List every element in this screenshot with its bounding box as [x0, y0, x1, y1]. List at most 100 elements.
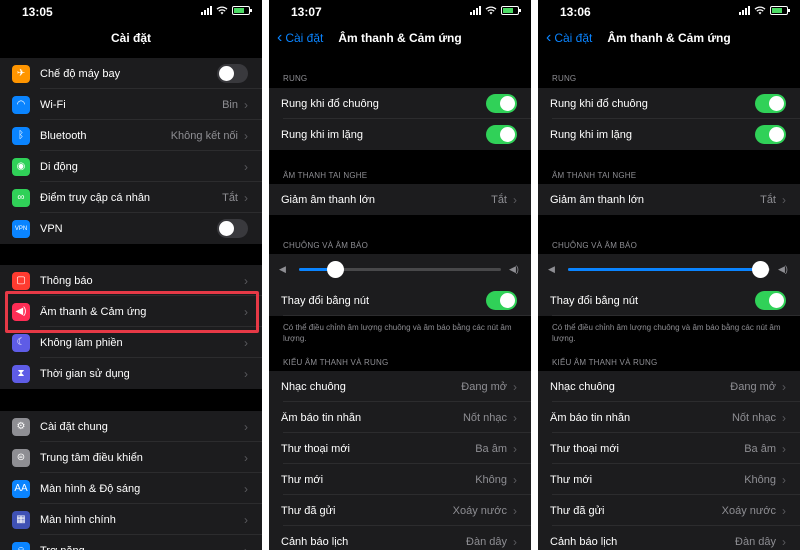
status-bar: 13:06: [538, 0, 800, 24]
ringer-footnote: Có thể điều chỉnh âm lượng chuông và âm …: [552, 323, 781, 343]
row-label: Thông báo: [40, 274, 93, 287]
row-value: Bin: [222, 98, 238, 111]
settings-row[interactable]: Âm báo tin nhắn Nốt nhạc ›: [269, 402, 531, 433]
ringer-volume-row: ◀ ◀): [538, 254, 800, 316]
settings-row[interactable]: ⊜ Trung tâm điều khiển ›: [0, 442, 262, 473]
row-value: Tắt: [760, 193, 776, 206]
ringer-footnote: Có thể điều chỉnh âm lượng chuông và âm …: [283, 323, 512, 343]
chevron-right-icon: ›: [513, 441, 517, 456]
row-icon: ⚙: [12, 417, 30, 436]
settings-row[interactable]: ⚙ Cài đặt chung ›: [0, 411, 262, 442]
row-value: Tắt: [222, 191, 238, 204]
row-value: Tắt: [491, 193, 507, 206]
row-reduce-loud-audio[interactable]: Giảm âm thanh lớn Tắt ›: [269, 184, 531, 215]
slider-thumb[interactable]: [751, 261, 769, 278]
status-time: 13:07: [291, 5, 322, 19]
row-label: Cảnh báo lịch: [281, 535, 349, 548]
settings-row[interactable]: Thư mới Không ›: [269, 464, 531, 495]
vibrate-on-ring-toggle[interactable]: [755, 94, 786, 113]
sound-screen-low-volume: 13:07 ‹ Cài đặt Âm thanh & Cảm ứng RUNG …: [269, 0, 531, 550]
row-label: Thư mới: [550, 473, 593, 486]
settings-row[interactable]: VPN VPN: [0, 213, 262, 244]
settings-row[interactable]: ▦ Màn hình chính ›: [0, 504, 262, 535]
row-label: Nhạc chuông: [281, 380, 346, 393]
row-label: Thay đổi bằng nút: [550, 294, 639, 307]
row-value: Nốt nhạc: [731, 411, 776, 424]
row-label: Cài đặt chung: [40, 420, 108, 433]
row-label: Âm báo tin nhắn: [550, 411, 631, 424]
settings-row[interactable]: ◠ Wi-Fi Bin ›: [0, 89, 262, 120]
chevron-right-icon: ›: [782, 441, 786, 456]
wifi-status-icon: [754, 6, 766, 15]
chevron-right-icon: ›: [513, 534, 517, 549]
settings-row[interactable]: Thư đã gửi Xoáy nước ›: [538, 495, 800, 526]
row-label: Điểm truy cập cá nhân: [40, 191, 151, 204]
chevron-right-icon: ›: [513, 503, 517, 518]
chevron-right-icon: ›: [244, 450, 248, 465]
section-header-ringer: CHUÔNG VÀ ÂM BÁO: [283, 241, 368, 250]
ringer-volume-slider[interactable]: [568, 261, 770, 278]
chevron-right-icon: ›: [782, 410, 786, 425]
chevron-right-icon: ›: [513, 379, 517, 394]
settings-row[interactable]: ⧗ Thời gian sử dụng ›: [0, 358, 262, 389]
chevron-right-icon: ›: [782, 534, 786, 549]
row-vibrate-on-ring: Rung khi đổ chuông: [538, 88, 800, 119]
row-value: Không: [744, 473, 776, 486]
settings-row[interactable]: Nhạc chuông Đang mở ›: [269, 371, 531, 402]
settings-row[interactable]: Cảnh báo lịch Đàn dây ›: [538, 526, 800, 550]
settings-row[interactable]: Thư mới Không ›: [538, 464, 800, 495]
vibrate-on-silent-toggle[interactable]: [486, 125, 517, 144]
row-reduce-loud-audio[interactable]: Giảm âm thanh lớn Tắt ›: [538, 184, 800, 215]
vibrate-group: Rung khi đổ chuông Rung khi im lặng: [538, 88, 800, 150]
row-toggle[interactable]: [217, 219, 248, 238]
wifi-status-icon: [216, 6, 228, 15]
settings-row[interactable]: ☺ Trợ năng›: [0, 535, 262, 550]
row-label: Giảm âm thanh lớn: [281, 193, 376, 206]
chevron-right-icon: ›: [244, 512, 248, 527]
slider-fill: [568, 268, 760, 271]
settings-row[interactable]: ∞ Điểm truy cập cá nhân Tắt ›: [0, 182, 262, 213]
settings-group-general: ⚙ Cài đặt chung › ⊜ Trung tâm điều khiển › AA M…: [0, 411, 262, 550]
speaker-low-icon: ◀: [279, 264, 286, 274]
battery-icon: [232, 6, 252, 15]
settings-row[interactable]: Cảnh báo lịch Đàn dây ›: [269, 526, 531, 550]
patterns-group: Nhạc chuông Đang mở › Âm báo tin nhắn Nốt nh…: [538, 371, 800, 550]
row-value: Nốt nhạc: [462, 411, 507, 424]
sound-screen-high-volume: 13:06 ‹ Cài đặt Âm thanh & Cảm ứng RUNG …: [538, 0, 800, 550]
page-title: Cài đặt: [110, 31, 151, 45]
chevron-right-icon: ›: [513, 472, 517, 487]
slider-thumb[interactable]: [327, 261, 345, 278]
chevron-right-icon: ›: [244, 128, 248, 143]
chevron-right-icon: ›: [244, 159, 248, 174]
settings-row[interactable]: ᛒ Bluetooth Không kết nối ›: [0, 120, 262, 151]
settings-row[interactable]: Thư thoại mới Ba âm ›: [538, 433, 800, 464]
row-icon: ☾: [12, 333, 30, 352]
settings-row[interactable]: Nhạc chuông Đang mở ›: [538, 371, 800, 402]
settings-row[interactable]: ◉ Di động ›: [0, 151, 262, 182]
change-with-buttons-toggle[interactable]: [755, 291, 786, 310]
settings-row[interactable]: Thư thoại mới Ba âm ›: [269, 433, 531, 464]
settings-row[interactable]: AA Màn hình & Độ sáng ›: [0, 473, 262, 504]
row-toggle[interactable]: [217, 64, 248, 83]
settings-row[interactable]: ✈ Chế độ máy bay: [0, 58, 262, 89]
chevron-right-icon: ›: [244, 190, 248, 205]
settings-row[interactable]: Thư đã gửi Xoáy nước ›: [269, 495, 531, 526]
ringer-volume-slider[interactable]: [299, 261, 501, 278]
battery-icon: [501, 6, 521, 15]
row-label: Thư đã gửi: [550, 504, 605, 517]
change-with-buttons-toggle[interactable]: [486, 291, 517, 310]
status-time: 13:05: [22, 5, 53, 19]
settings-row[interactable]: Âm báo tin nhắn Nốt nhạc ›: [538, 402, 800, 433]
speaker-low-icon: ◀: [548, 264, 555, 274]
status-time: 13:06: [560, 5, 591, 19]
row-label: Wi-Fi: [40, 98, 66, 111]
signal-icon: [739, 6, 750, 15]
settings-screen: 13:05 Cài đặt ✈ Chế độ máy bay ◠ Wi-Fi Bin › ᛒ…: [0, 0, 262, 550]
row-label: Giảm âm thanh lớn: [550, 193, 645, 206]
vibrate-on-ring-toggle[interactable]: [486, 94, 517, 113]
row-value: Đang mở: [730, 380, 776, 393]
page-title: Âm thanh & Cảm ứng: [607, 31, 731, 45]
row-value: Không: [475, 473, 507, 486]
ringer-volume-row: ◀ ◀): [269, 254, 531, 316]
vibrate-on-silent-toggle[interactable]: [755, 125, 786, 144]
